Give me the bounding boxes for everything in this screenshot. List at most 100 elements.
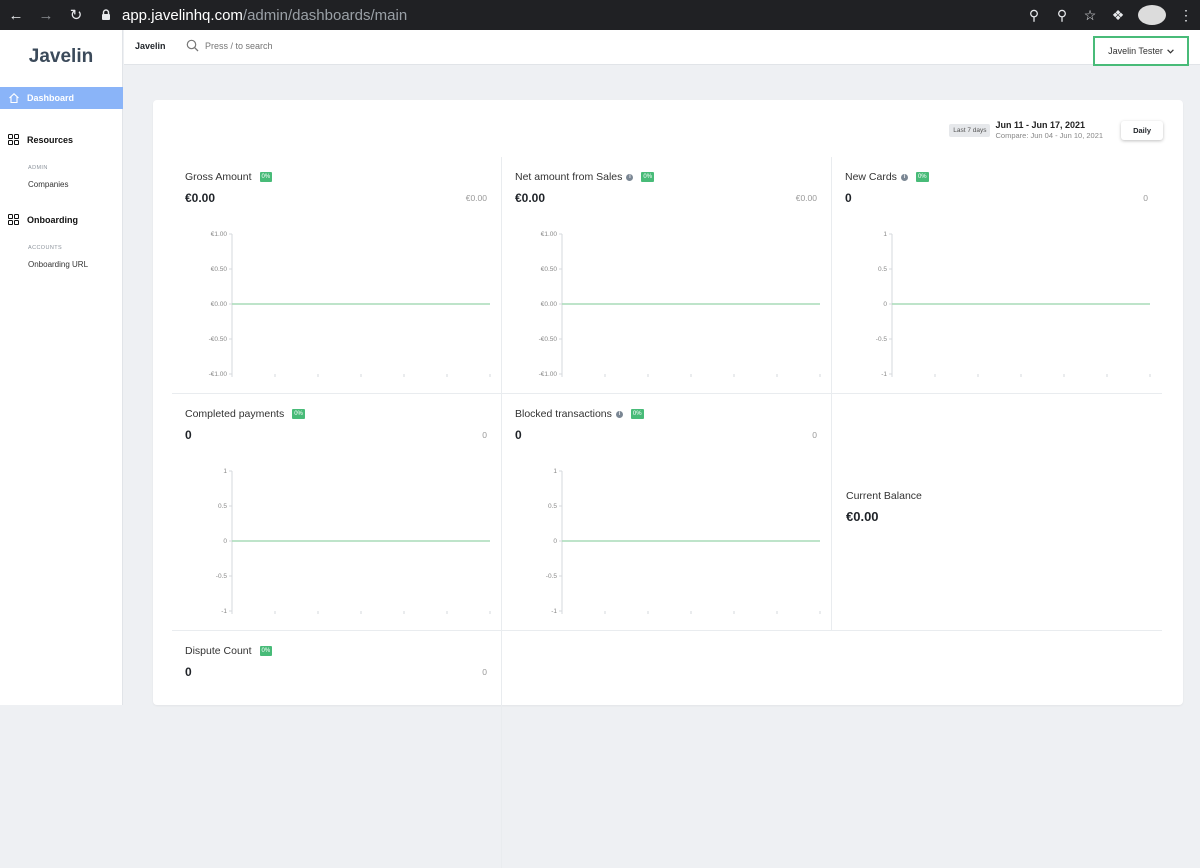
sidebar-link-companies[interactable]: Companies <box>28 180 68 189</box>
metric-chart: 1 0.5 0 -0.5 -1 <box>546 468 821 615</box>
metric-title-text: Blocked transactions <box>515 408 612 420</box>
home-icon <box>9 93 19 104</box>
compare-range-text: Compare: Jun 04 - Jun 10, 2021 <box>995 131 1104 140</box>
sidebar-group-label: Resources <box>27 134 74 145</box>
y-tick-label: €0.00 <box>211 301 228 308</box>
sidebar: Javelin Dashboard Resources ADMIN Compan… <box>0 30 123 705</box>
y-tick-label: 0.5 <box>218 503 227 510</box>
global-search[interactable] <box>186 39 405 52</box>
grid-icon <box>8 214 19 225</box>
metric-title-text: New Cards <box>845 171 897 183</box>
y-tick-label: €0.50 <box>211 266 228 273</box>
forward-arrow-icon[interactable]: → <box>34 7 58 24</box>
app-logo[interactable]: Javelin <box>0 30 122 80</box>
metric-chart: €1.00 €0.50 €0.00 -€0.50 -€1.00 <box>209 231 491 378</box>
chevron-down-icon <box>1167 48 1174 54</box>
metric-title: Dispute Count 0% <box>185 645 273 657</box>
y-tick-label: €1.00 <box>541 231 558 238</box>
change-badge: 0% <box>630 409 644 419</box>
search-input[interactable] <box>205 40 405 51</box>
metric-compare-value: €0.00 <box>795 193 817 203</box>
granularity-button[interactable]: Daily <box>1121 120 1163 140</box>
y-tick-label: €1.00 <box>211 231 228 238</box>
metric-value: €0.00 <box>185 191 216 205</box>
sidebar-group-onboarding[interactable]: Onboarding <box>8 214 78 225</box>
metric-compare-value: 0 <box>812 430 817 440</box>
y-tick-label: -0.5 <box>876 336 888 343</box>
header-brand[interactable]: Javelin <box>135 41 166 51</box>
zoom-icon[interactable]: ⚲ <box>1048 7 1076 24</box>
date-range-text: Jun 11 - Jun 17, 2021 <box>995 120 1086 130</box>
metric-card: Net amount from Sales i 0% €0.00 €0.00 €1.00 €… <box>502 157 832 394</box>
info-icon[interactable]: i <box>900 173 908 181</box>
y-tick-label: -0.5 <box>216 573 228 580</box>
info-icon[interactable]: i <box>615 410 623 418</box>
y-tick-label: -€0.50 <box>209 336 228 343</box>
date-range-picker[interactable]: Jun 11 - Jun 17, 2021 Compare: Jun 04 - … <box>995 120 1103 140</box>
address-bar[interactable]: app.javelinhq.com/admin/dashboards/main <box>90 2 1112 28</box>
y-tick-label: -0.5 <box>546 573 558 580</box>
y-tick-label: -1 <box>221 608 227 615</box>
metric-compare-value: €0.00 <box>465 193 487 203</box>
balance-value: €0.00 <box>846 509 879 524</box>
user-menu-button[interactable]: Javelin Tester <box>1093 36 1189 66</box>
metric-value: 0 <box>185 428 192 442</box>
search-icon <box>186 39 199 52</box>
url-host: app.javelinhq.com <box>122 6 243 24</box>
url-path: /admin/dashboards/main <box>242 6 408 24</box>
sidebar-item-dashboard[interactable]: Dashboard <box>0 87 123 109</box>
y-tick-label: -€1.00 <box>209 371 228 378</box>
change-badge: 0% <box>259 646 273 656</box>
y-tick-label: -€1.00 <box>539 371 558 378</box>
star-icon[interactable]: ☆ <box>1076 7 1104 24</box>
reload-icon[interactable]: ↻ <box>64 6 88 24</box>
sidebar-link-onboarding-url[interactable]: Onboarding URL <box>28 260 88 269</box>
y-tick-label: 0 <box>223 538 227 545</box>
metric-title: Completed payments 0% <box>185 408 305 420</box>
metric-chart: 1 0.5 0 -0.5 -1 <box>216 468 491 615</box>
metric-title: Gross Amount 0% <box>185 171 273 183</box>
sidebar-group-resources[interactable]: Resources <box>8 134 73 145</box>
change-badge: 0% <box>915 172 929 182</box>
metric-chart: 1 0.5 0 -0.5 -1 <box>876 231 1151 378</box>
change-badge: 0% <box>641 172 655 182</box>
y-tick-label: 0.5 <box>548 503 557 510</box>
date-range-bar: Last 7 days Jun 11 - Jun 17, 2021 Compar… <box>949 120 1163 140</box>
metric-card: Gross Amount 0% €0.00 €0.00 €1.00 €0.50 €0.00 -… <box>172 157 502 394</box>
change-badge: 0% <box>292 409 305 419</box>
y-tick-label: 1 <box>883 231 887 238</box>
metric-title-text: Completed payments <box>185 408 285 420</box>
metric-compare-value: 0 <box>482 430 487 440</box>
lock-icon <box>102 9 110 20</box>
metric-chart: €1.00 €0.50 €0.00 -€0.50 -€1.00 <box>539 231 821 378</box>
metric-card: Dispute Count 0% 0 0 <box>172 631 502 868</box>
y-tick-label: €0.00 <box>541 301 558 308</box>
sidebar-caption-accounts: ACCOUNTS <box>28 245 63 251</box>
y-tick-label: 0.5 <box>878 266 887 273</box>
info-icon[interactable]: i <box>626 173 634 181</box>
profile-avatar[interactable] <box>1138 5 1166 25</box>
metric-value: 0 <box>185 665 192 679</box>
y-tick-label: -1 <box>881 371 887 378</box>
kebab-menu-icon[interactable]: ⋮ <box>1172 7 1200 24</box>
browser-toolbar: ← → ↻ app.javelinhq.com/admin/dashboards… <box>0 0 1200 30</box>
y-tick-label: -€0.50 <box>539 336 558 343</box>
balance-title: Current Balance <box>846 490 922 502</box>
change-badge: 0% <box>259 172 273 182</box>
extensions-puzzle-icon[interactable]: ❖ <box>1104 7 1132 24</box>
grid-icon <box>8 134 19 145</box>
sidebar-caption-admin: ADMIN <box>28 165 48 171</box>
y-tick-label: 0 <box>883 301 887 308</box>
y-tick-label: 0 <box>553 538 557 545</box>
app-header: Javelin Javelin Tester <box>124 30 1200 66</box>
back-arrow-icon[interactable]: ← <box>4 7 28 24</box>
metric-card: New Cards i 0% 0 0 1 0.5 0 -0.5 -1 <box>832 157 1162 394</box>
sidebar-item-label: Dashboard <box>27 93 75 103</box>
key-icon[interactable]: ⚲ <box>1020 7 1048 24</box>
range-preset-badge[interactable]: Last 7 days <box>949 123 991 137</box>
metric-title: Blocked transactions i 0% <box>515 408 644 420</box>
metric-title-text: Gross Amount <box>185 171 252 183</box>
metric-compare-value: 0 <box>1143 193 1148 203</box>
metric-title-text: Net amount from Sales <box>515 171 623 183</box>
metric-compare-value: 0 <box>482 667 487 677</box>
